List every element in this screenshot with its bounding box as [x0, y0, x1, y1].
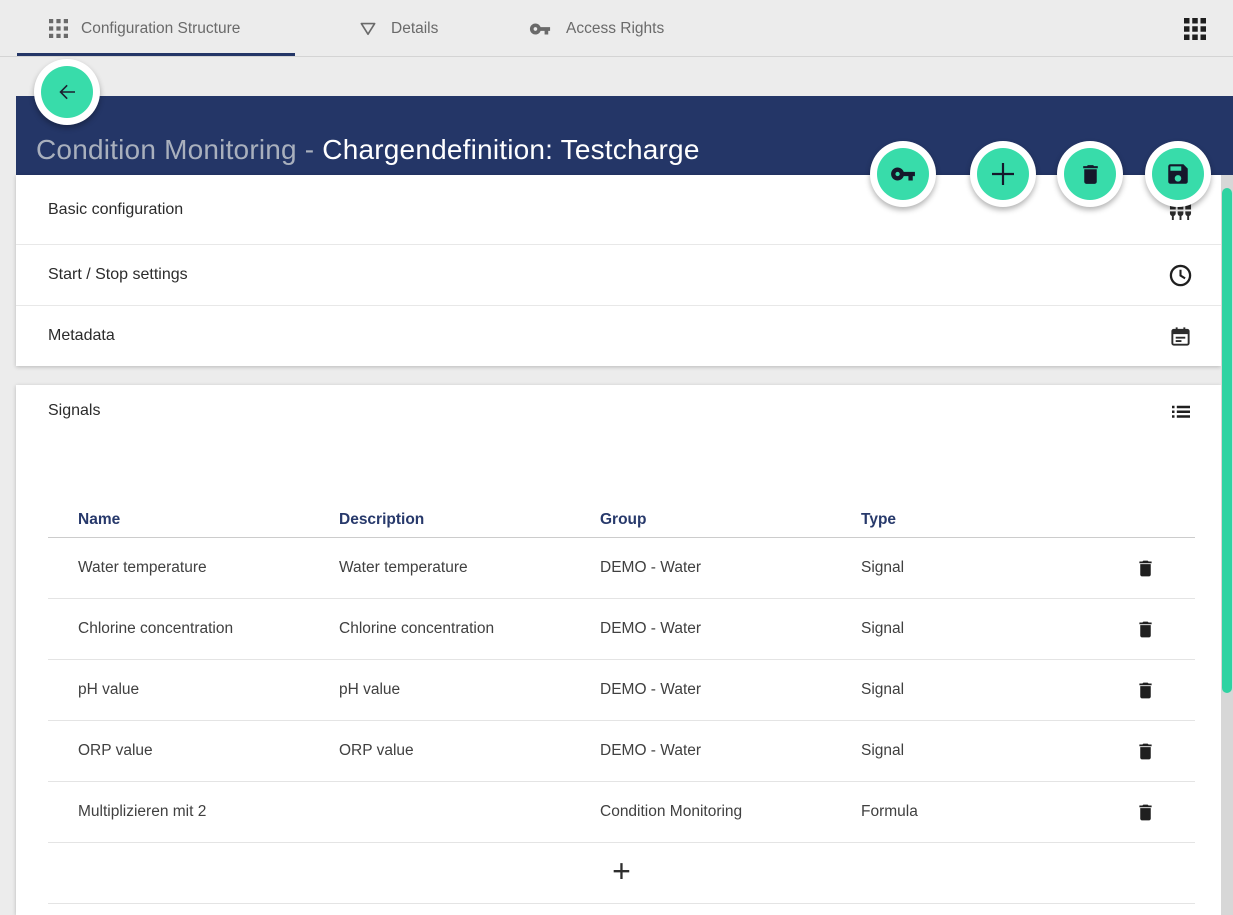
signals-table: Name Description Group Type Water temper…	[48, 502, 1195, 904]
plus-icon	[989, 160, 1017, 188]
access-rights-fab[interactable]	[870, 141, 936, 207]
active-tab-indicator	[17, 53, 295, 56]
add-fab[interactable]	[970, 141, 1036, 207]
delete-row-button[interactable]	[1095, 619, 1195, 640]
column-header-type: Type	[831, 511, 1095, 529]
cell-name: pH value	[48, 681, 309, 699]
cell-name: ORP value	[48, 742, 309, 760]
cell-group: DEMO - Water	[570, 742, 831, 760]
cell-description: ORP value	[309, 742, 570, 760]
trash-icon	[1135, 741, 1156, 762]
cell-group: DEMO - Water	[570, 559, 831, 577]
key-icon	[890, 161, 916, 187]
back-button[interactable]	[34, 59, 100, 125]
delete-row-button[interactable]	[1095, 802, 1195, 823]
page-title: Condition Monitoring - Chargendefinition…	[36, 134, 700, 166]
cell-group: Condition Monitoring	[570, 803, 831, 821]
delete-row-button[interactable]	[1095, 680, 1195, 701]
save-icon	[1165, 161, 1191, 187]
section-label: Start / Stop settings	[48, 266, 188, 284]
cell-type: Signal	[831, 681, 1095, 699]
trash-icon	[1078, 162, 1103, 187]
apps-menu-button[interactable]	[1184, 18, 1206, 40]
table-header-row: Name Description Group Type	[48, 502, 1195, 538]
cell-type: Signal	[831, 559, 1095, 577]
grid-icon	[49, 19, 68, 38]
plus-icon: +	[612, 855, 631, 887]
trash-icon	[1135, 619, 1156, 640]
cell-name: Water temperature	[48, 559, 309, 577]
tab-label: Configuration Structure	[81, 20, 240, 38]
calendar-icon	[1167, 323, 1193, 349]
apps-grid-icon	[1184, 18, 1206, 40]
delete-row-button[interactable]	[1095, 741, 1195, 762]
table-row[interactable]: pH value pH value DEMO - Water Signal	[48, 660, 1195, 721]
page-header: Condition Monitoring - Chargendefinition…	[16, 96, 1233, 175]
signals-card: Signals Name Description Group Type Wate…	[16, 385, 1221, 915]
tab-label: Access Rights	[566, 20, 664, 38]
cell-group: DEMO - Water	[570, 681, 831, 699]
scrollbar-thumb[interactable]	[1222, 188, 1232, 693]
table-row[interactable]: ORP value ORP value DEMO - Water Signal	[48, 721, 1195, 782]
tab-access-rights[interactable]: Access Rights	[527, 0, 664, 57]
clock-icon	[1167, 262, 1193, 288]
tab-configuration-structure[interactable]: Configuration Structure	[49, 0, 240, 57]
add-signal-button[interactable]: +	[48, 843, 1195, 904]
cell-type: Signal	[831, 620, 1095, 638]
column-header-group: Group	[570, 511, 831, 529]
section-start-stop-settings[interactable]: Start / Stop settings	[16, 245, 1221, 306]
cell-description: Water temperature	[309, 559, 570, 577]
section-metadata[interactable]: Metadata	[16, 306, 1221, 366]
scrollbar-track[interactable]	[1221, 175, 1233, 915]
cell-description: pH value	[309, 681, 570, 699]
cell-name: Chlorine concentration	[48, 620, 309, 638]
triangle-icon	[358, 19, 378, 38]
section-label: Basic configuration	[48, 201, 183, 219]
key-icon	[527, 18, 553, 40]
cell-description: Chlorine concentration	[309, 620, 570, 638]
cell-name: Multiplizieren mit 2	[48, 803, 309, 821]
column-header-name: Name	[48, 511, 309, 529]
save-fab[interactable]	[1145, 141, 1211, 207]
table-row[interactable]: Water temperature Water temperature DEMO…	[48, 538, 1195, 599]
list-icon[interactable]	[1169, 399, 1193, 423]
configuration-sections-card: Basic configuration Start / Stop setting…	[16, 175, 1221, 366]
arrow-left-icon	[55, 80, 79, 104]
cell-type: Formula	[831, 803, 1095, 821]
delete-fab[interactable]	[1057, 141, 1123, 207]
trash-icon	[1135, 558, 1156, 579]
signals-title: Signals	[48, 402, 100, 420]
tab-details[interactable]: Details	[358, 0, 438, 57]
page-title-main: Chargendefinition: Testcharge	[322, 134, 699, 165]
column-header-description: Description	[309, 511, 570, 529]
trash-icon	[1135, 802, 1156, 823]
trash-icon	[1135, 680, 1156, 701]
table-row[interactable]: Multiplizieren mit 2 Condition Monitorin…	[48, 782, 1195, 843]
delete-row-button[interactable]	[1095, 558, 1195, 579]
cell-group: DEMO - Water	[570, 620, 831, 638]
page-title-prefix: Condition Monitoring -	[36, 134, 322, 165]
section-basic-configuration[interactable]: Basic configuration	[16, 175, 1221, 245]
section-label: Metadata	[48, 327, 115, 345]
cell-type: Signal	[831, 742, 1095, 760]
tab-label: Details	[391, 20, 438, 38]
table-row[interactable]: Chlorine concentration Chlorine concentr…	[48, 599, 1195, 660]
top-tab-bar: Configuration Structure Details Access R…	[0, 0, 1233, 57]
